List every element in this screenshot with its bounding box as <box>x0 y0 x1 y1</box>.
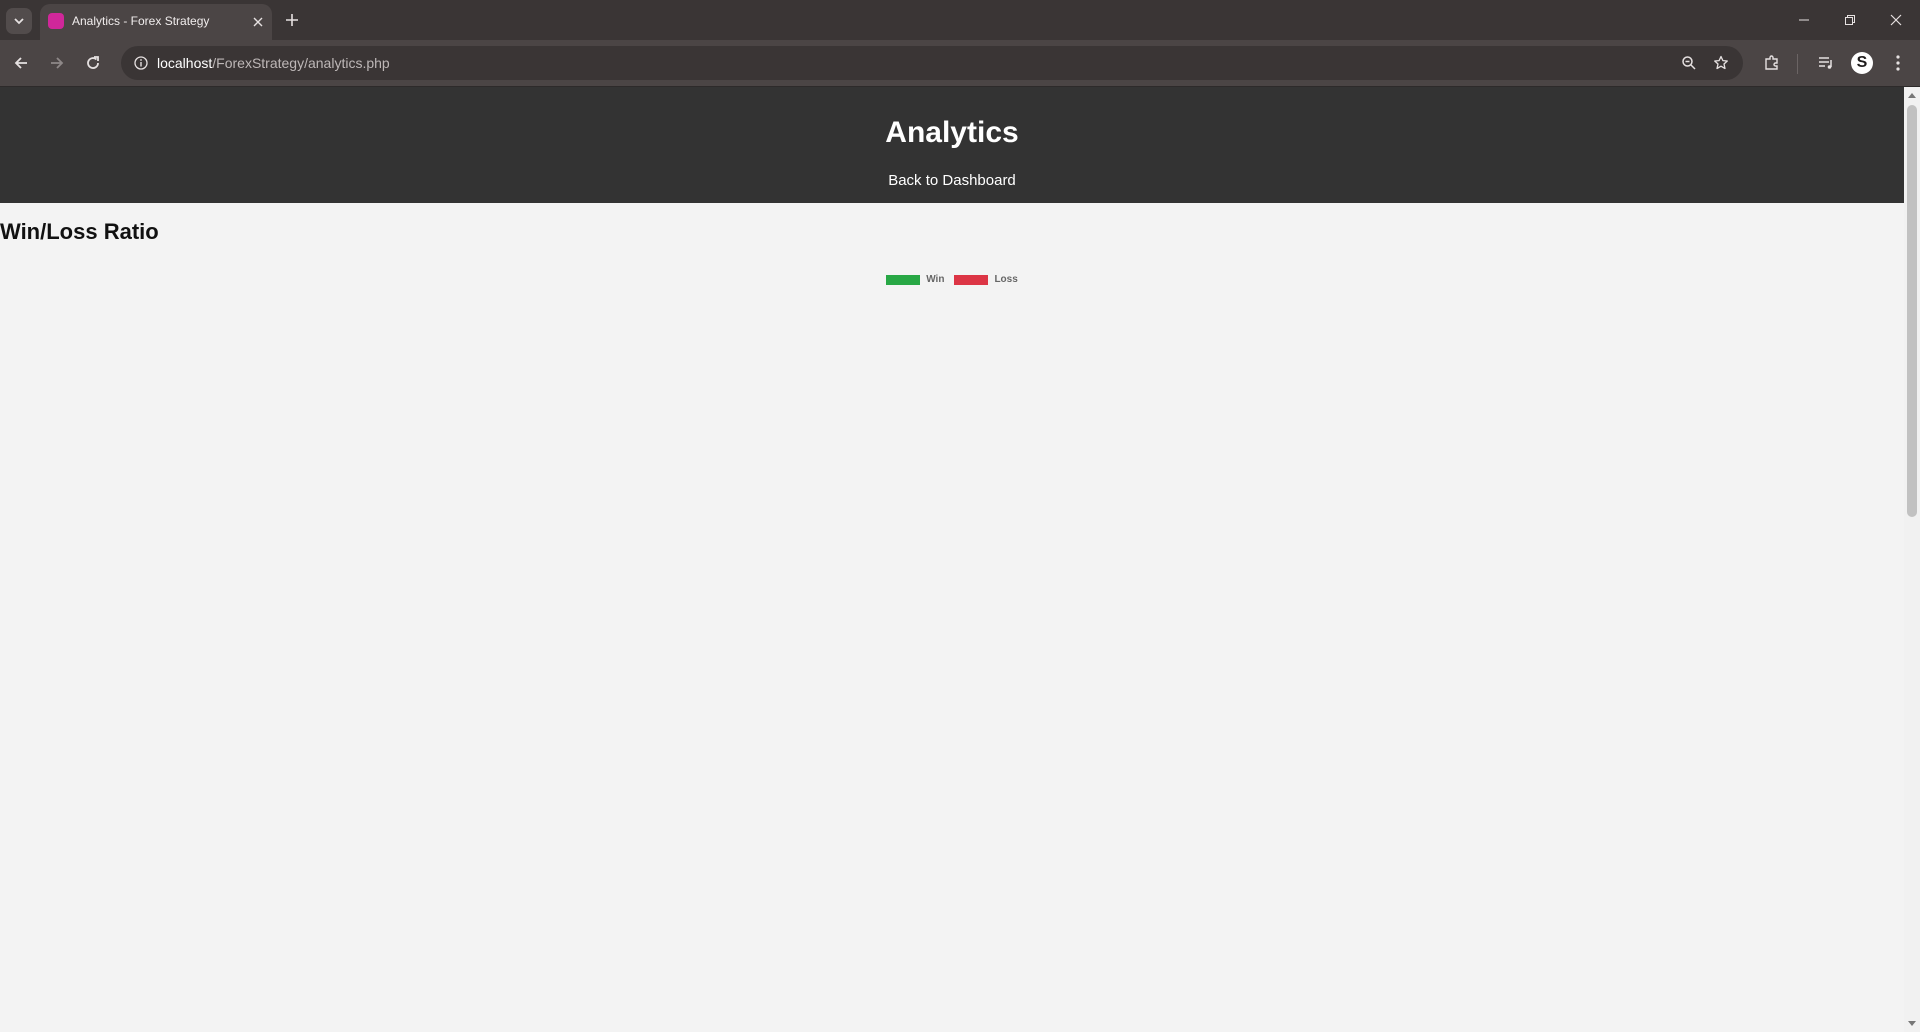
address-bar[interactable]: localhost/ForexStrategy/analytics.php <box>121 46 1743 80</box>
reload-icon <box>87 56 99 69</box>
minimize-icon <box>1799 19 1809 21</box>
browser-menu-button[interactable] <box>1886 51 1910 75</box>
star-icon <box>1714 55 1728 70</box>
scroll-down-icon[interactable] <box>1908 1021 1916 1026</box>
restore-button[interactable] <box>1834 6 1866 34</box>
scrollbar-thumb[interactable] <box>1907 105 1917 517</box>
back-button[interactable] <box>6 48 36 78</box>
close-window-button[interactable] <box>1880 6 1912 34</box>
new-tab-button[interactable] <box>280 8 304 32</box>
legend-item-win[interactable]: Win <box>886 274 944 285</box>
plus-icon <box>286 14 298 26</box>
chevron-down-icon <box>14 18 24 25</box>
forward-arrow-icon <box>51 57 64 69</box>
browser-toolbar: localhost/ForexStrategy/analytics.php <box>0 40 1920 87</box>
reload-button[interactable] <box>78 48 108 78</box>
browser-tab[interactable]: Analytics - Forex Strategy <box>40 4 272 40</box>
media-control-button[interactable] <box>1814 51 1838 75</box>
restore-icon <box>1845 15 1855 25</box>
page-title: Analytics <box>885 116 1019 149</box>
close-icon <box>1890 14 1902 26</box>
url-host: localhost <box>157 55 213 71</box>
back-arrow-icon <box>14 57 27 69</box>
close-icon <box>253 17 263 27</box>
section-title: Win/Loss Ratio <box>0 219 159 244</box>
toolbar-divider <box>1797 54 1798 74</box>
tab-close-button[interactable] <box>248 12 268 32</box>
legend-swatch <box>886 274 921 285</box>
site-info-button[interactable] <box>131 53 151 73</box>
back-to-dashboard-link[interactable]: Back to Dashboard <box>0 173 1904 188</box>
media-queue-icon <box>1819 57 1832 69</box>
page-viewport: Analytics Back to Dashboard Win/Loss Rat… <box>0 87 1904 1032</box>
tab-strip: Analytics - Forex Strategy <box>0 0 1920 40</box>
page-header: Analytics Back to Dashboard <box>0 87 1904 203</box>
url-text[interactable]: localhost/ForexStrategy/analytics.php <box>157 55 390 71</box>
legend-label: Win <box>926 274 945 285</box>
chart-legend: Win Loss <box>0 274 1904 285</box>
page-favicon-icon <box>48 13 64 29</box>
scroll-up-icon[interactable] <box>1908 93 1916 98</box>
tab-search-button[interactable] <box>6 8 32 34</box>
vertical-scrollbar[interactable] <box>1904 87 1920 1032</box>
minimize-button[interactable] <box>1788 6 1820 34</box>
legend-item-loss[interactable]: Loss <box>954 274 1018 285</box>
forward-button[interactable] <box>42 48 72 78</box>
url-path: /ForexStrategy/analytics.php <box>212 55 390 71</box>
puzzle-icon <box>1765 55 1778 70</box>
zoom-button[interactable] <box>1679 53 1699 73</box>
legend-label: Loss <box>994 274 1018 285</box>
legend-swatch <box>954 274 989 285</box>
zoom-icon <box>1682 56 1696 70</box>
tab-title: Analytics - Forex Strategy <box>72 14 210 28</box>
kebab-menu-icon <box>1896 55 1900 71</box>
extensions-button[interactable] <box>1760 51 1784 75</box>
bookmark-button[interactable] <box>1711 53 1731 73</box>
profile-avatar[interactable]: S <box>1851 52 1873 74</box>
info-icon <box>134 56 148 70</box>
